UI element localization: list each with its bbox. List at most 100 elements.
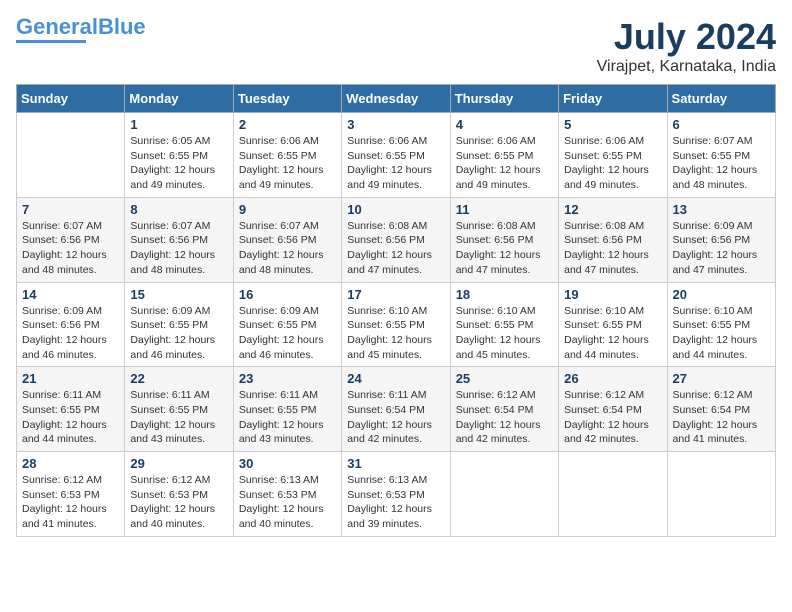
calendar-cell <box>450 452 558 537</box>
calendar-cell: 13 Sunrise: 6:09 AM Sunset: 6:56 PM Dayli… <box>667 197 775 282</box>
logo-blue: Blue <box>98 14 146 39</box>
month-title: July 2024 <box>597 16 776 58</box>
calendar-cell: 20Sunrise: 6:10 AM Sunset: 6:55 PM Dayli… <box>667 282 775 367</box>
calendar-cell: 19 Sunrise: 6:10 AM Sunset: 6:55 PM Dayli… <box>559 282 667 367</box>
day-info: Sunrise: 6:11 AM Sunset: 6:55 PM Dayligh… <box>130 388 227 447</box>
calendar-cell: 4Sunrise: 6:06 AM Sunset: 6:55 PM Daylig… <box>450 113 558 198</box>
calendar-cell: 27 Sunrise: 6:12 AM Sunset: 6:54 PM Dayli… <box>667 367 775 452</box>
day-number: 27 <box>673 371 770 386</box>
day-number: 20 <box>673 287 770 302</box>
day-number: 28 <box>22 456 119 471</box>
calendar-cell: 8Sunrise: 6:07 AM Sunset: 6:56 PM Daylig… <box>125 197 233 282</box>
weekday-header: Thursday <box>450 85 558 113</box>
day-number: 22 <box>130 371 227 386</box>
calendar-cell: 29Sunrise: 6:12 AM Sunset: 6:53 PM Dayli… <box>125 452 233 537</box>
calendar-header-row: SundayMondayTuesdayWednesdayThursdayFrid… <box>17 85 776 113</box>
calendar-cell: 7Sunrise: 6:07 AM Sunset: 6:56 PM Daylig… <box>17 197 125 282</box>
day-number: 18 <box>456 287 553 302</box>
day-info: Sunrise: 6:13 AM Sunset: 6:53 PM Dayligh… <box>239 473 336 532</box>
day-info: Sunrise: 6:08 AM Sunset: 6:56 PM Dayligh… <box>564 219 661 278</box>
weekday-header: Tuesday <box>233 85 341 113</box>
calendar-cell <box>667 452 775 537</box>
calendar-cell: 25 Sunrise: 6:12 AM Sunset: 6:54 PM Dayli… <box>450 367 558 452</box>
weekday-header: Wednesday <box>342 85 450 113</box>
day-info: Sunrise: 6:12 AM Sunset: 6:54 PM Dayligh… <box>673 388 770 447</box>
day-number: 25 <box>456 371 553 386</box>
calendar-week-row: 7Sunrise: 6:07 AM Sunset: 6:56 PM Daylig… <box>17 197 776 282</box>
day-info: Sunrise: 6:09 AM Sunset: 6:56 PM Dayligh… <box>673 219 770 278</box>
calendar-cell: 28 Sunrise: 6:12 AM Sunset: 6:53 PM Dayli… <box>17 452 125 537</box>
day-info: Sunrise: 6:12 AM Sunset: 6:53 PM Dayligh… <box>130 473 227 532</box>
day-number: 23 <box>239 371 336 386</box>
day-info: Sunrise: 6:06 AM Sunset: 6:55 PM Dayligh… <box>239 134 336 193</box>
calendar-cell: 22 Sunrise: 6:11 AM Sunset: 6:55 PM Dayli… <box>125 367 233 452</box>
day-info: Sunrise: 6:09 AM Sunset: 6:55 PM Dayligh… <box>239 304 336 363</box>
calendar-cell: 17Sunrise: 6:10 AM Sunset: 6:55 PM Dayli… <box>342 282 450 367</box>
day-number: 3 <box>347 117 444 132</box>
calendar-cell: 9 Sunrise: 6:07 AM Sunset: 6:56 PM Daylig… <box>233 197 341 282</box>
calendar-cell: 26 Sunrise: 6:12 AM Sunset: 6:54 PM Dayli… <box>559 367 667 452</box>
calendar-cell <box>559 452 667 537</box>
calendar-cell: 11 Sunrise: 6:08 AM Sunset: 6:56 PM Dayli… <box>450 197 558 282</box>
weekday-header: Saturday <box>667 85 775 113</box>
day-info: Sunrise: 6:09 AM Sunset: 6:55 PM Dayligh… <box>130 304 227 363</box>
day-number: 31 <box>347 456 444 471</box>
day-number: 10 <box>347 202 444 217</box>
day-number: 12 <box>564 202 661 217</box>
calendar-cell: 23 Sunrise: 6:11 AM Sunset: 6:55 PM Dayli… <box>233 367 341 452</box>
day-number: 21 <box>22 371 119 386</box>
day-info: Sunrise: 6:08 AM Sunset: 6:56 PM Dayligh… <box>456 219 553 278</box>
day-number: 13 <box>673 202 770 217</box>
day-info: Sunrise: 6:11 AM Sunset: 6:54 PM Dayligh… <box>347 388 444 447</box>
day-info: Sunrise: 6:12 AM Sunset: 6:54 PM Dayligh… <box>564 388 661 447</box>
day-info: Sunrise: 6:11 AM Sunset: 6:55 PM Dayligh… <box>239 388 336 447</box>
location: Virajpet, Karnataka, India <box>597 58 776 76</box>
day-number: 5 <box>564 117 661 132</box>
calendar-cell: 5 Sunrise: 6:06 AM Sunset: 6:55 PM Daylig… <box>559 113 667 198</box>
day-info: Sunrise: 6:09 AM Sunset: 6:56 PM Dayligh… <box>22 304 119 363</box>
calendar-cell <box>17 113 125 198</box>
logo-underline <box>16 40 86 43</box>
calendar-cell: 31 Sunrise: 6:13 AM Sunset: 6:53 PM Dayli… <box>342 452 450 537</box>
day-info: Sunrise: 6:06 AM Sunset: 6:55 PM Dayligh… <box>564 134 661 193</box>
day-info: Sunrise: 6:13 AM Sunset: 6:53 PM Dayligh… <box>347 473 444 532</box>
day-number: 19 <box>564 287 661 302</box>
weekday-header: Sunday <box>17 85 125 113</box>
calendar-cell: 21Sunrise: 6:11 AM Sunset: 6:55 PM Dayli… <box>17 367 125 452</box>
calendar-cell: 3 Sunrise: 6:06 AM Sunset: 6:55 PM Daylig… <box>342 113 450 198</box>
logo: GeneralBlue <box>16 16 146 43</box>
calendar-cell: 12 Sunrise: 6:08 AM Sunset: 6:56 PM Dayli… <box>559 197 667 282</box>
calendar-cell: 1 Sunrise: 6:05 AM Sunset: 6:55 PM Daylig… <box>125 113 233 198</box>
calendar-cell: 15 Sunrise: 6:09 AM Sunset: 6:55 PM Dayli… <box>125 282 233 367</box>
weekday-header: Friday <box>559 85 667 113</box>
calendar-week-row: 1 Sunrise: 6:05 AM Sunset: 6:55 PM Daylig… <box>17 113 776 198</box>
day-number: 30 <box>239 456 336 471</box>
day-number: 6 <box>673 117 770 132</box>
day-info: Sunrise: 6:05 AM Sunset: 6:55 PM Dayligh… <box>130 134 227 193</box>
day-info: Sunrise: 6:07 AM Sunset: 6:56 PM Dayligh… <box>239 219 336 278</box>
calendar-cell: 2Sunrise: 6:06 AM Sunset: 6:55 PM Daylig… <box>233 113 341 198</box>
day-info: Sunrise: 6:08 AM Sunset: 6:56 PM Dayligh… <box>347 219 444 278</box>
calendar-cell: 6Sunrise: 6:07 AM Sunset: 6:55 PM Daylig… <box>667 113 775 198</box>
page-header: GeneralBlue July 2024 Virajpet, Karnatak… <box>16 16 776 76</box>
day-info: Sunrise: 6:07 AM Sunset: 6:56 PM Dayligh… <box>130 219 227 278</box>
day-info: Sunrise: 6:10 AM Sunset: 6:55 PM Dayligh… <box>347 304 444 363</box>
calendar-cell: 10 Sunrise: 6:08 AM Sunset: 6:56 PM Dayli… <box>342 197 450 282</box>
day-number: 9 <box>239 202 336 217</box>
calendar-week-row: 21 Sunrise: 6:11 AM Sunset: 6:55 PM Dayli… <box>17 367 776 452</box>
day-info: Sunrise: 6:12 AM Sunset: 6:54 PM Dayligh… <box>456 388 553 447</box>
day-number: 26 <box>564 371 661 386</box>
day-number: 4 <box>456 117 553 132</box>
day-info: Sunrise: 6:12 AM Sunset: 6:53 PM Dayligh… <box>22 473 119 532</box>
day-number: 24 <box>347 371 444 386</box>
day-number: 14 <box>22 287 119 302</box>
day-number: 1 <box>130 117 227 132</box>
day-info: Sunrise: 6:10 AM Sunset: 6:55 PM Dayligh… <box>456 304 553 363</box>
day-info: Sunrise: 6:10 AM Sunset: 6:55 PM Dayligh… <box>564 304 661 363</box>
title-area: July 2024 Virajpet, Karnataka, India <box>597 16 776 76</box>
day-number: 11 <box>456 202 553 217</box>
day-info: Sunrise: 6:06 AM Sunset: 6:55 PM Dayligh… <box>347 134 444 193</box>
calendar-cell: 24 Sunrise: 6:11 AM Sunset: 6:54 PM Dayli… <box>342 367 450 452</box>
calendar-cell: 18 Sunrise: 6:10 AM Sunset: 6:55 PM Dayli… <box>450 282 558 367</box>
day-number: 15 <box>130 287 227 302</box>
